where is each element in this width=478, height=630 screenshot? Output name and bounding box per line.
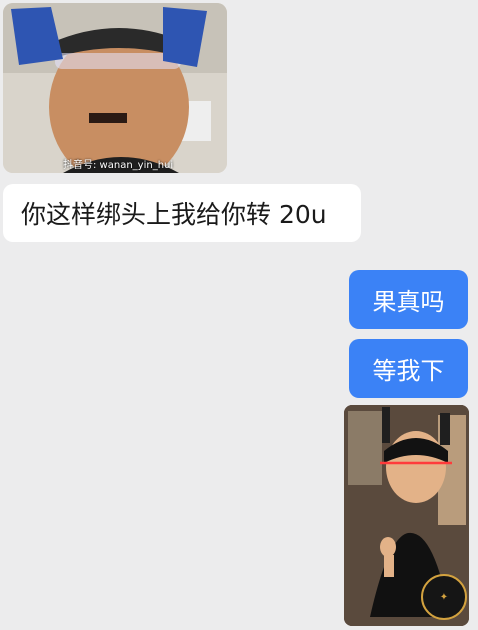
incoming-photo	[3, 3, 227, 173]
platform-watermark: 抖音号: wanan_yin_hui	[63, 160, 174, 171]
outgoing-message-bubble[interactable]: 果真吗	[349, 270, 468, 329]
outgoing-message-text: 果真吗	[372, 288, 445, 316]
incoming-message-text: 你这样绑头上我给你转 20u	[21, 200, 327, 229]
outgoing-message-text: 等我下	[372, 357, 445, 385]
medal-stamp-icon: ✦	[421, 574, 467, 620]
outgoing-message-bubble[interactable]: 等我下	[349, 339, 468, 398]
incoming-photo-message[interactable]: 抖音号: wanan_yin_hui	[3, 3, 227, 173]
incoming-message-bubble[interactable]: 你这样绑头上我给你转 20u	[3, 184, 361, 242]
outgoing-photo-message[interactable]: ✦	[344, 405, 469, 626]
